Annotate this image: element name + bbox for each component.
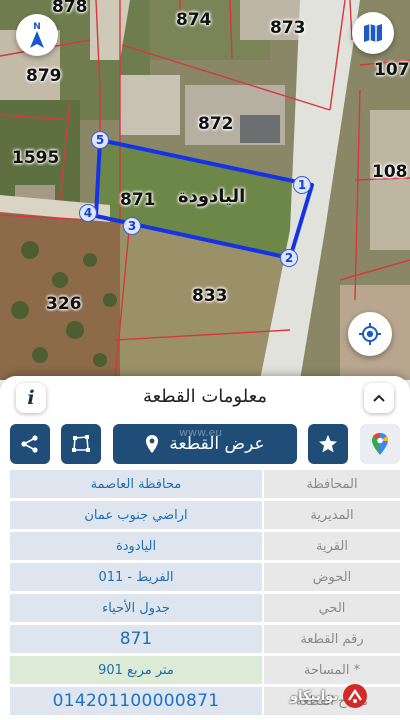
share-icon <box>21 435 38 453</box>
table-row: اراضي جنوب عمان المديرية <box>10 501 400 529</box>
my-location-button[interactable] <box>348 312 392 356</box>
parcel-label-326[interactable]: 326 <box>46 294 82 314</box>
basin-label: الحوض <box>264 563 400 591</box>
table-row: 901 متر مربع المساحة * <box>10 656 400 684</box>
governorate-value: محافظة العاصمة <box>10 470 262 498</box>
polygon-shape-icon <box>72 435 90 452</box>
parcel-label-833[interactable]: 833 <box>192 286 228 306</box>
share-button[interactable] <box>10 424 50 464</box>
location-pin-icon <box>146 435 159 453</box>
table-row: 871 رقم القطعة <box>10 625 400 653</box>
satellite-map[interactable]: 878 874 873 107 879 872 1595 108 871 الي… <box>0 0 410 380</box>
star-icon <box>319 435 337 453</box>
parcel-label-873[interactable]: 873 <box>270 18 306 38</box>
directorate-value: اراضي جنوب عمان <box>10 501 262 529</box>
parcel-label-879[interactable]: 879 <box>26 66 62 86</box>
map-layers-button[interactable] <box>352 12 394 54</box>
village-value: اليادودة <box>10 532 262 560</box>
compass-button[interactable]: N <box>16 14 58 56</box>
parcel-label-107[interactable]: 107 <box>374 60 410 80</box>
selected-parcel-name: اليادودة <box>178 186 246 207</box>
svg-text:N: N <box>33 22 41 32</box>
parcel-label-871[interactable]: 871 <box>120 190 156 210</box>
boundary-vertex-2: 2 <box>280 249 298 267</box>
neighborhood-value: جدول الأحياء <box>10 594 262 622</box>
area-label: المساحة * <box>264 656 400 684</box>
boundary-vertex-1: 1 <box>293 176 311 194</box>
parcel-details-table: محافظة العاصمة المحافظة اراضي جنوب عمان … <box>10 470 400 718</box>
parcel-label-872[interactable]: 872 <box>198 114 234 134</box>
table-row: اليادودة القرية <box>10 532 400 560</box>
neighborhood-label: الحي <box>264 594 400 622</box>
parcel-label-874[interactable]: 874 <box>176 10 212 30</box>
google-maps-button[interactable] <box>360 424 400 464</box>
parcel-info-panel: i معلومات القطعة عرض القطعة www.eu محافظ… <box>0 376 410 720</box>
table-row: محافظة العاصمة المحافظة <box>10 470 400 498</box>
view-parcel-button[interactable]: عرض القطعة www.eu <box>113 424 297 464</box>
basin-value: الفريط - 011 <box>10 563 262 591</box>
area-value: 901 متر مربع <box>10 656 262 684</box>
north-arrow-icon: N <box>30 22 44 48</box>
parcel-label-878[interactable]: 878 <box>52 0 88 17</box>
governorate-label: المحافظة <box>264 470 400 498</box>
panel-header: i معلومات القطعة <box>0 376 410 420</box>
map-icon <box>364 24 382 42</box>
chevron-up-icon <box>373 394 385 402</box>
panel-title: معلومات القطعة <box>142 386 268 407</box>
collapse-panel-button[interactable] <box>364 383 394 413</box>
boundary-vertex-5: 5 <box>91 131 109 149</box>
action-bar: عرض القطعة www.eu <box>0 424 410 464</box>
watermark-text: www.eu <box>179 426 223 439</box>
parcel-number-label: رقم القطعة <box>264 625 400 653</box>
app-root: 878 874 873 107 879 872 1595 108 871 الي… <box>0 0 410 720</box>
brand-watermark: بوابيكاو <box>290 682 400 710</box>
parcel-label-108[interactable]: 108 <box>372 162 408 182</box>
favorite-button[interactable] <box>308 424 348 464</box>
boundary-vertex-4: 4 <box>79 204 97 222</box>
parcel-number-value: 871 <box>10 625 262 653</box>
crosshair-location-icon <box>359 323 381 345</box>
boundary-shape-button[interactable] <box>61 424 101 464</box>
table-row: جدول الأحياء الحي <box>10 594 400 622</box>
parcel-label-1595[interactable]: 1595 <box>12 148 59 168</box>
parcel-key-value[interactable]: 014201100000871 <box>10 687 262 715</box>
directorate-label: المديرية <box>264 501 400 529</box>
table-row: الفريط - 011 الحوض <box>10 563 400 591</box>
brand-text: بوابيكاو <box>290 688 339 704</box>
brand-logo-icon <box>343 684 368 708</box>
village-label: القرية <box>264 532 400 560</box>
boundary-vertex-3: 3 <box>123 217 141 235</box>
google-maps-pin-icon <box>372 433 388 455</box>
